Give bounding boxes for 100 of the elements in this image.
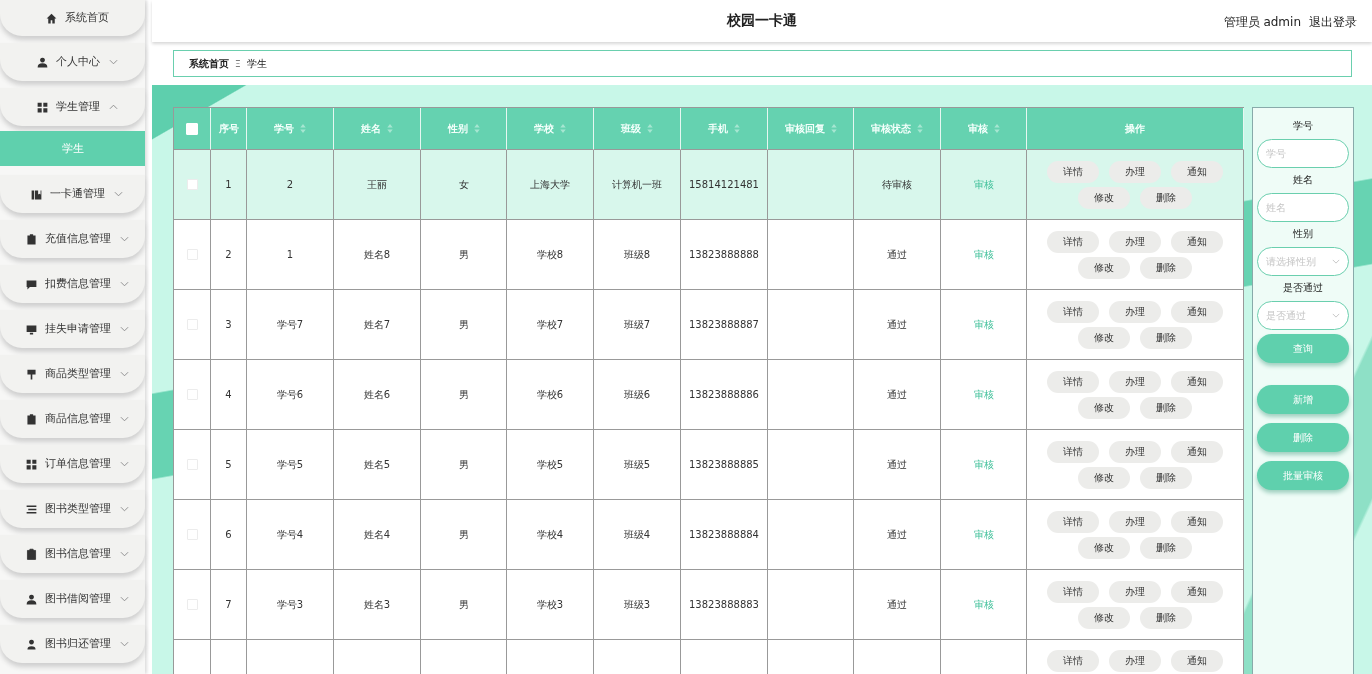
sort-icon[interactable]: [993, 124, 1000, 133]
action-button[interactable]: 办理: [1109, 510, 1161, 533]
action-button[interactable]: 删除: [1140, 256, 1192, 279]
sort-icon[interactable]: [830, 124, 837, 133]
action-button[interactable]: 办理: [1109, 370, 1161, 393]
table-cell: 男: [421, 500, 507, 570]
table-cell: 班级7: [594, 290, 681, 360]
table-cell: 5: [211, 430, 247, 500]
table-cell: 学校4: [507, 500, 594, 570]
action-button[interactable]: 通知: [1171, 650, 1223, 672]
action-button[interactable]: 删除: [1140, 536, 1192, 559]
action-button[interactable]: 详情: [1047, 300, 1099, 323]
action-button[interactable]: 详情: [1047, 650, 1099, 672]
action-button[interactable]: 修改: [1078, 536, 1130, 559]
sort-icon[interactable]: [473, 124, 480, 133]
nav-label: 扣费信息管理: [44, 277, 111, 291]
action-button[interactable]: 删除: [1140, 466, 1192, 489]
nav-label: 挂失申请管理: [44, 322, 111, 336]
chevron-down-icon: [119, 326, 129, 332]
action-button[interactable]: 删除: [1140, 606, 1192, 629]
sort-icon[interactable]: [560, 124, 566, 133]
action-button[interactable]: 通知: [1171, 580, 1223, 603]
monitor-icon: [24, 322, 38, 336]
table-cell: 学号7: [247, 290, 334, 360]
table-cell: 学校7: [507, 290, 594, 360]
sort-icon[interactable]: [300, 124, 306, 133]
action-button[interactable]: 详情: [1047, 160, 1099, 183]
grid-icon: [24, 457, 38, 471]
action-button[interactable]: 修改: [1078, 186, 1130, 209]
action-button[interactable]: 办理: [1109, 230, 1161, 253]
table-cell: 学号4: [247, 500, 334, 570]
table-cell: 1: [211, 150, 247, 220]
checkbox[interactable]: [186, 179, 198, 190]
nav-item[interactable]: 图书信息管理: [0, 535, 145, 573]
action-button[interactable]: 详情: [1047, 510, 1099, 533]
nav-item[interactable]: 图书借阅管理: [0, 580, 145, 618]
nav-item[interactable]: 扣费信息管理: [0, 265, 145, 303]
nav-item[interactable]: 挂失申请管理: [0, 310, 145, 348]
action-button[interactable]: 修改: [1078, 326, 1130, 349]
action-button[interactable]: 通知: [1171, 370, 1223, 393]
nav-label: 图书借阅管理: [44, 592, 111, 606]
table-cell: 姓名4: [334, 500, 421, 570]
action-button[interactable]: 修改: [1078, 606, 1130, 629]
chevron-down-icon: [119, 461, 129, 467]
sort-icon[interactable]: [917, 124, 923, 133]
sort-icon[interactable]: [647, 124, 653, 133]
nav-item[interactable]: 图书归还管理: [0, 625, 145, 663]
action-button[interactable]: 通知: [1171, 230, 1223, 253]
nav-item[interactable]: 充值信息管理: [0, 220, 145, 258]
table-cell: 通过: [854, 360, 941, 430]
action-button[interactable]: 详情: [1047, 370, 1099, 393]
table-cell: 计算机一班: [594, 150, 681, 220]
sort-icon[interactable]: [387, 124, 393, 133]
action-button[interactable]: 通知: [1171, 510, 1223, 533]
breadcrumb-separator: Ξ: [235, 58, 241, 69]
breadcrumb-link[interactable]: 系统首页: [189, 56, 229, 71]
nav-item[interactable]: 学生管理: [0, 88, 145, 126]
action-button[interactable]: 修改: [1078, 396, 1130, 419]
nav-label: 图书归还管理: [44, 637, 111, 651]
nav-item[interactable]: 订单信息管理: [0, 445, 145, 483]
chevron-down-icon: [114, 191, 123, 197]
action-button[interactable]: 详情: [1047, 580, 1099, 603]
action-button[interactable]: 办理: [1109, 440, 1161, 463]
action-button[interactable]: 删除: [1140, 396, 1192, 419]
action-button[interactable]: 修改: [1078, 256, 1130, 279]
action-button[interactable]: 详情: [1047, 440, 1099, 463]
table-cell: 1: [247, 220, 334, 290]
sort-icon[interactable]: [734, 124, 740, 133]
table-cell: 学校3: [507, 570, 594, 640]
nav-item[interactable]: 系统首页: [0, 0, 145, 36]
nav-item[interactable]: 个人中心: [0, 43, 145, 81]
logout-link[interactable]: 退出登录: [1309, 14, 1357, 31]
action-button[interactable]: 删除: [1140, 326, 1192, 349]
field-label: 学号: [1293, 119, 1313, 133]
nav-item[interactable]: 商品信息管理: [0, 400, 145, 438]
action-button[interactable]: 通知: [1171, 440, 1223, 463]
table-cell: 13823888887: [681, 290, 768, 360]
user-icon: [24, 592, 38, 606]
action-button[interactable]: 办理: [1109, 160, 1161, 183]
chevron-up-icon: [108, 104, 118, 110]
nav-label: 图书类型管理: [44, 502, 111, 516]
action-button[interactable]: 办理: [1109, 580, 1161, 603]
nav-item[interactable]: 一卡通管理: [0, 175, 145, 213]
table-cell: 男: [421, 360, 507, 430]
nav-item[interactable]: 商品类型管理: [0, 355, 145, 393]
table-cell: 班级5: [594, 430, 681, 500]
table-cell: 男: [421, 430, 507, 500]
nav-label: 商品信息管理: [44, 412, 111, 426]
sign-icon: [24, 367, 38, 381]
action-button[interactable]: 办理: [1109, 650, 1161, 672]
action-button[interactable]: 详情: [1047, 230, 1099, 253]
table-cell: 13823888888: [681, 220, 768, 290]
action-button[interactable]: 通知: [1171, 300, 1223, 323]
nav-item[interactable]: 图书类型管理: [0, 490, 145, 528]
action-button[interactable]: 通知: [1171, 160, 1223, 183]
table-cell: 姓名6: [334, 360, 421, 430]
action-button[interactable]: 删除: [1140, 186, 1192, 209]
action-button[interactable]: 修改: [1078, 466, 1130, 489]
table-cell: 15814121481: [681, 150, 768, 220]
action-button[interactable]: 办理: [1109, 300, 1161, 323]
